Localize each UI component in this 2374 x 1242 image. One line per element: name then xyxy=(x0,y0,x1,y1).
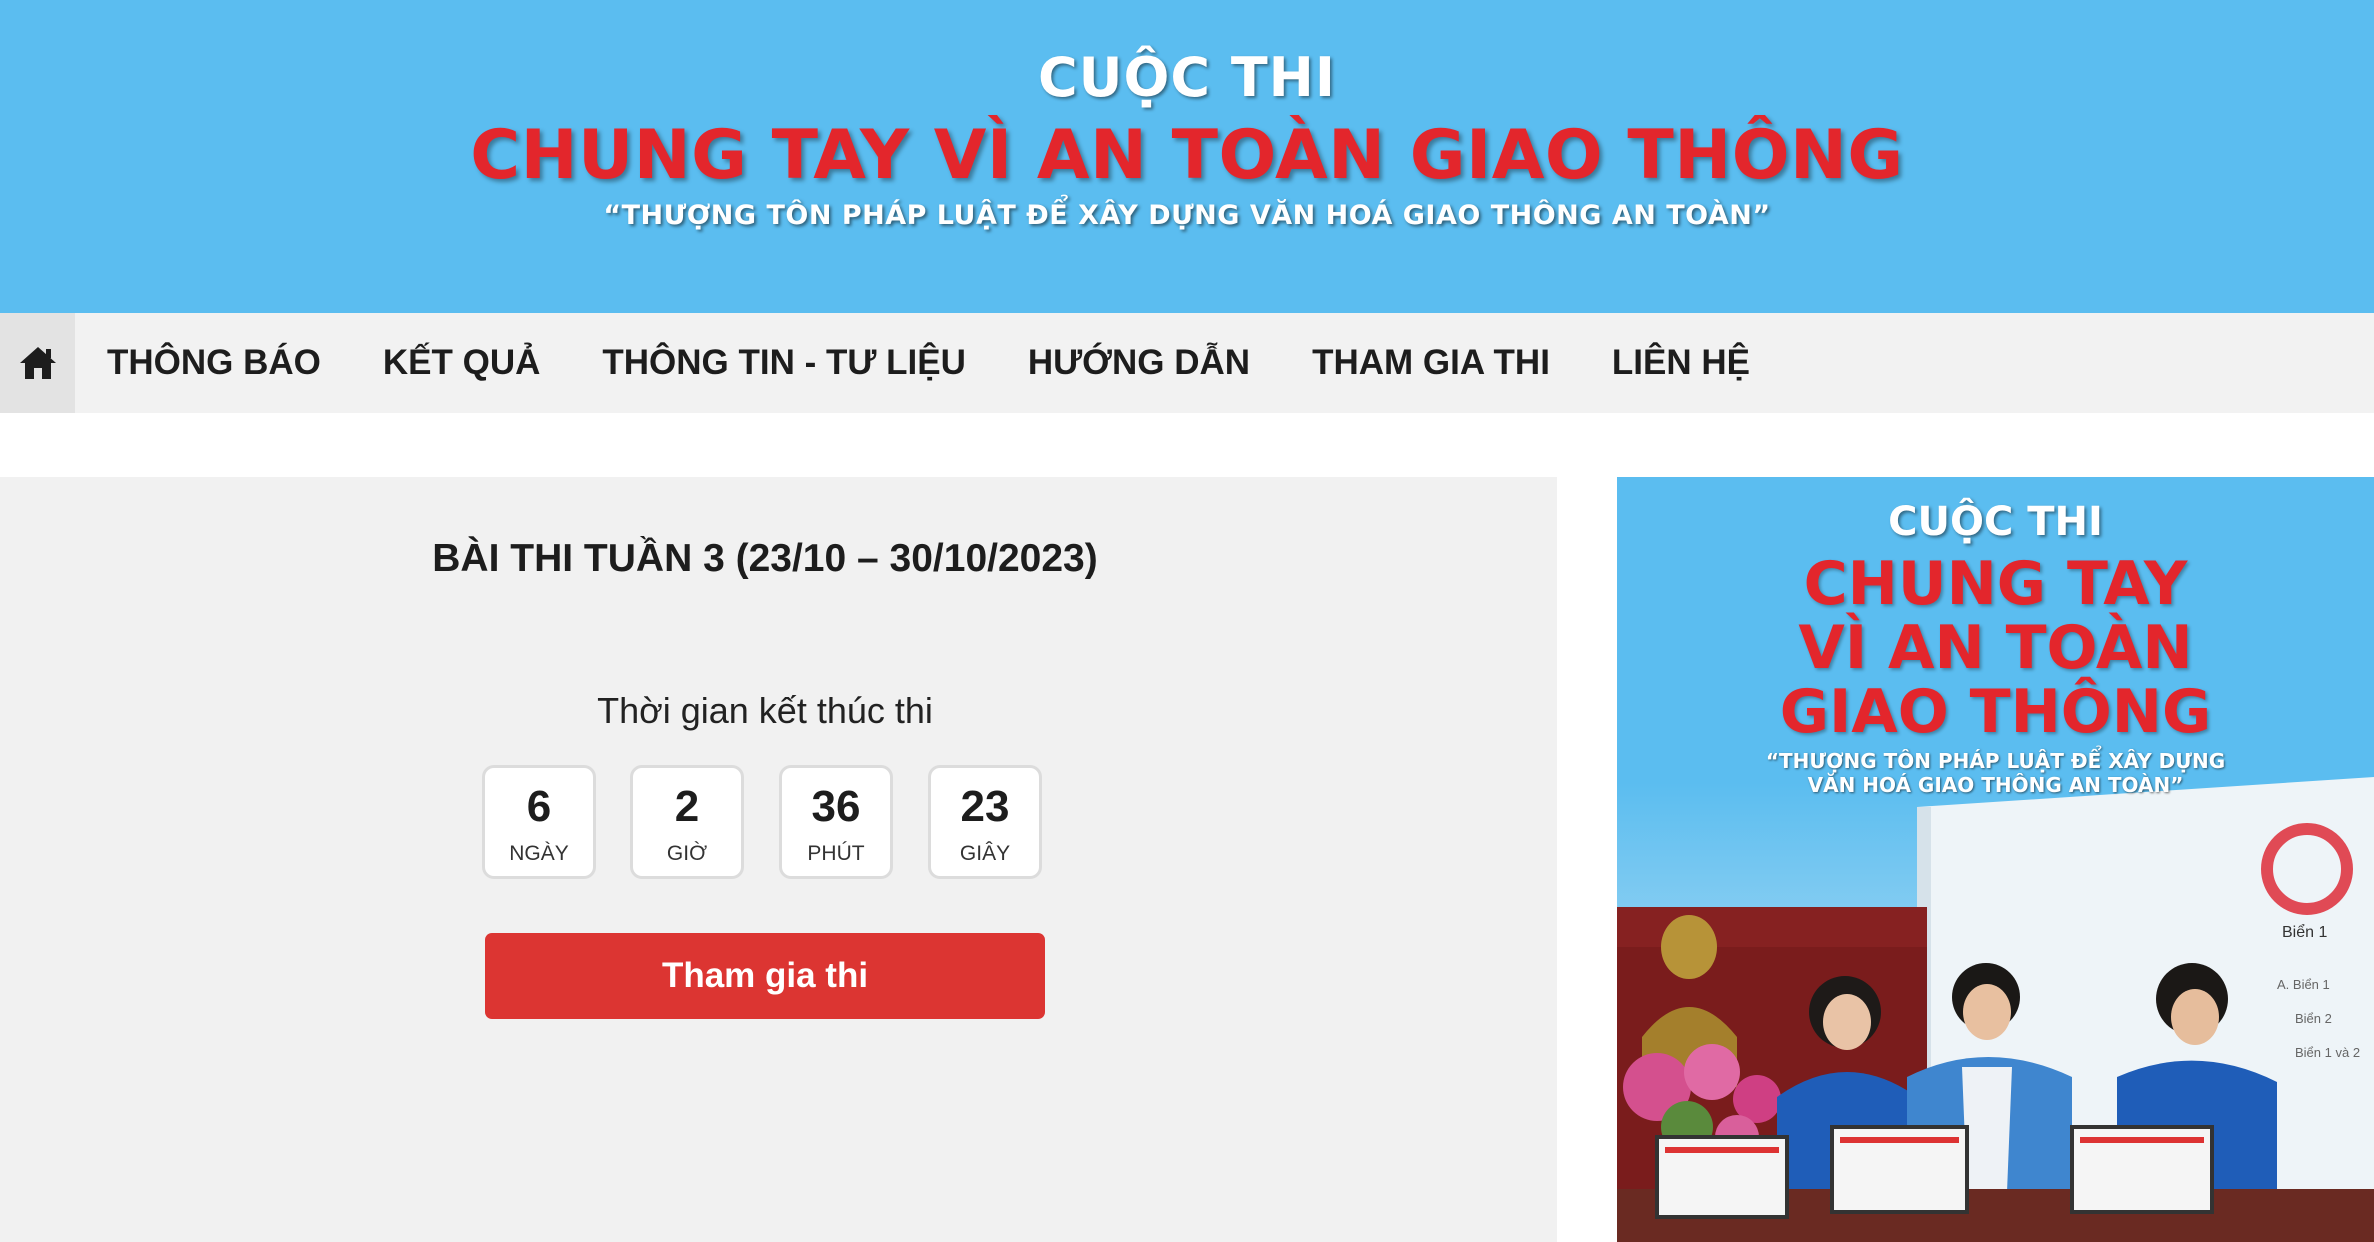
countdown-minutes-value: 36 xyxy=(811,782,861,831)
contest-poster[interactable]: Biển 1 A. Biển 1 Biển 2 Biển 1 và 2 CUỘC… xyxy=(1617,477,2374,1242)
countdown-seconds-value: 23 xyxy=(960,782,1010,831)
screen-label: Biển 1 xyxy=(2282,923,2327,941)
poster-slogan-line-2: VĂN HOÁ GIAO THÔNG AN TOÀN” xyxy=(1807,773,2184,797)
countdown-days-value: 6 xyxy=(526,782,552,831)
poster-slogan-line-1: “THƯỢNG TÔN PHÁP LUẬT ĐỂ XÂY DỰNG xyxy=(1765,749,2226,773)
poster-title-line-1: CHUNG TAY xyxy=(1803,549,2188,619)
nav-item-lien-he[interactable]: LIÊN HỆ xyxy=(1612,343,1750,383)
exam-title: BÀI THI TUẦN 3 (23/10 – 30/10/2023) xyxy=(432,537,1098,580)
main-nav: THÔNG BÁO KẾT QUẢ THÔNG TIN - TƯ LIỆU HƯ… xyxy=(0,313,2374,413)
nav-item-ket-qua[interactable]: KẾT QUẢ xyxy=(383,343,541,383)
countdown-hours: 2 GIỜ xyxy=(630,765,744,879)
nav-item-thong-tin-tu-lieu[interactable]: THÔNG TIN - TƯ LIỆU xyxy=(602,343,965,383)
countdown-days-unit: NGÀY xyxy=(509,842,569,865)
countdown-seconds-unit: GIÂY xyxy=(959,842,1011,865)
banner-title: CHUNG TAY VÌ AN TOÀN GIAO THÔNG xyxy=(470,116,1904,195)
countdown-minutes-unit: PHÚT xyxy=(807,842,865,865)
countdown-seconds: 23 GIÂY xyxy=(928,765,1042,879)
home-icon xyxy=(19,347,56,379)
countdown-days: 6 NGÀY xyxy=(482,765,596,879)
banner-kicker: CUỘC THI xyxy=(1038,46,1336,109)
exam-panel: BÀI THI TUẦN 3 (23/10 – 30/10/2023) Thời… xyxy=(0,477,1557,1242)
nav-home-button[interactable] xyxy=(0,313,75,413)
banner-slogan: “THƯỢNG TÔN PHÁP LUẬT ĐỂ XÂY DỰNG VĂN HO… xyxy=(603,200,1771,231)
poster-kicker: CUỘC THI xyxy=(1888,499,2103,545)
header-banner: CUỘC THI CHUNG TAY VÌ AN TOÀN GIAO THÔNG… xyxy=(0,0,2374,313)
screen-option-c: Biển 1 và 2 xyxy=(2295,1045,2360,1060)
poster-title-line-3: GIAO THÔNG xyxy=(1779,677,2212,747)
countdown-hours-unit: GIỜ xyxy=(666,842,708,865)
countdown-minutes: 36 PHÚT xyxy=(779,765,893,879)
nav-item-thong-bao[interactable]: THÔNG BÁO xyxy=(107,343,321,383)
nav-item-huong-dan[interactable]: HƯỚNG DẪN xyxy=(1028,343,1250,383)
join-exam-button[interactable]: Tham gia thi xyxy=(485,933,1045,1019)
poster-title-line-2: VÌ AN TOÀN xyxy=(1798,613,2193,683)
screen-option-a: A. Biển 1 xyxy=(2277,977,2330,992)
countdown-label: Thời gian kết thúc thi xyxy=(597,690,933,731)
screen-option-b: Biển 2 xyxy=(2295,1011,2332,1026)
countdown-hours-value: 2 xyxy=(674,782,700,831)
nav-item-tham-gia-thi[interactable]: THAM GIA THI xyxy=(1312,343,1550,383)
